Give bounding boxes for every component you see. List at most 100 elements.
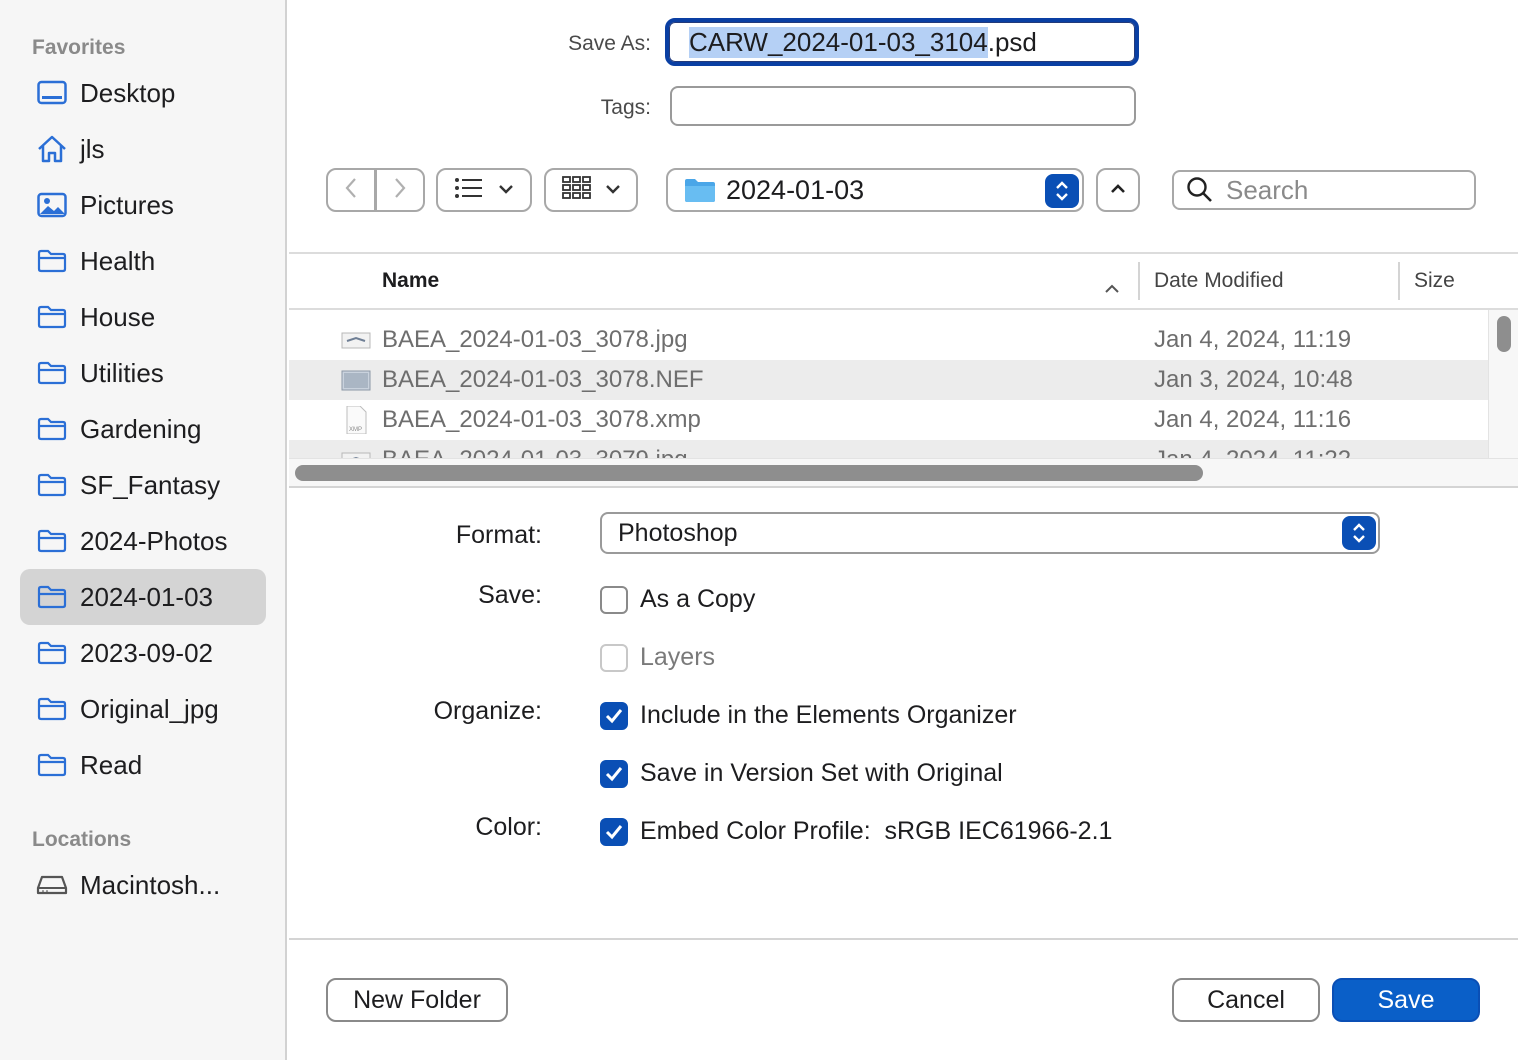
sidebar-item-label: Utilities bbox=[80, 357, 164, 388]
folder-icon bbox=[36, 357, 68, 389]
embed-profile-option[interactable]: Embed Color Profile: sRGB IEC61966-2.1 bbox=[600, 817, 1112, 846]
file-name: BAEA_2024-01-03_3079.jpg bbox=[382, 446, 688, 458]
back-button[interactable] bbox=[326, 168, 376, 212]
table-row[interactable]: BAEA_2024-01-03_3078.NEF Jan 3, 2024, 10… bbox=[289, 360, 1489, 400]
version-set-checkbox[interactable] bbox=[600, 759, 628, 788]
list-view-button[interactable] bbox=[436, 168, 532, 212]
nef-file-icon bbox=[341, 366, 371, 394]
sidebar-item-house[interactable]: House bbox=[20, 289, 266, 345]
sidebar-item-jls[interactable]: jls bbox=[20, 121, 266, 177]
file-name: BAEA_2024-01-03_3078.jpg bbox=[382, 326, 688, 353]
save-as-label: Save As: bbox=[568, 32, 651, 55]
up-down-chevron-icon bbox=[1045, 174, 1079, 208]
folder-path-select[interactable]: 2024-01-03 bbox=[666, 168, 1084, 212]
sidebar-item-read[interactable]: Read bbox=[20, 737, 266, 793]
column-divider[interactable] bbox=[1398, 262, 1400, 300]
format-label: Format: bbox=[455, 521, 542, 549]
folder-icon bbox=[36, 245, 68, 277]
sidebar-item-label: Original_jpg bbox=[80, 693, 219, 724]
column-header-label: Date Modified bbox=[1154, 269, 1284, 292]
new-folder-button[interactable]: New Folder bbox=[326, 978, 508, 1022]
jpg-file-icon bbox=[341, 326, 371, 354]
layers-label: Layers bbox=[640, 643, 716, 671]
table-row[interactable]: BAEA_2024-01-03_3079.jpg Jan 4, 2024, 11… bbox=[289, 440, 1489, 458]
divider bbox=[289, 308, 1518, 310]
chevron-right-icon bbox=[393, 176, 407, 205]
as-a-copy-checkbox[interactable] bbox=[600, 585, 628, 614]
save-as-selected-text: CARW_2024-01-03_3104 bbox=[689, 26, 988, 58]
sidebar-item-pictures[interactable]: Pictures bbox=[20, 177, 266, 233]
version-set-option[interactable]: Save in Version Set with Original bbox=[600, 759, 1003, 788]
layers-option: Layers bbox=[600, 643, 715, 672]
save-button[interactable]: Save bbox=[1332, 978, 1480, 1022]
sidebar-item-utilities[interactable]: Utilities bbox=[20, 345, 266, 401]
pictures-icon bbox=[36, 189, 68, 221]
chevron-up-icon bbox=[1110, 181, 1126, 199]
sidebar-item-label: 2024-01-03 bbox=[80, 581, 213, 612]
sidebar-item-health[interactable]: Health bbox=[20, 233, 266, 289]
column-header-date-modified[interactable]: Date Modified bbox=[1154, 254, 1394, 308]
sidebar-item-label: 2023-09-02 bbox=[80, 637, 213, 668]
folder-icon bbox=[36, 637, 68, 669]
table-row[interactable]: BAEA_2024-01-03_3078.jpg Jan 4, 2024, 11… bbox=[289, 320, 1489, 360]
forward-button[interactable] bbox=[375, 168, 425, 212]
sidebar-item-original-jpg[interactable]: Original_jpg bbox=[20, 681, 266, 737]
favorites-heading: Favorites bbox=[32, 36, 126, 59]
as-a-copy-option[interactable]: As a Copy bbox=[600, 585, 755, 614]
table-row[interactable]: XMP BAEA_2024-01-03_3078.xmp Jan 4, 2024… bbox=[289, 400, 1489, 440]
chevron-down-icon bbox=[498, 181, 514, 199]
sidebar-item-label: Gardening bbox=[80, 413, 202, 444]
grid-view-button[interactable] bbox=[544, 168, 638, 212]
horizontal-scroll-thumb[interactable] bbox=[295, 465, 1203, 481]
sidebar-item-2023-09-02[interactable]: 2023-09-02 bbox=[20, 625, 266, 681]
sidebar-item-label: Read bbox=[80, 749, 143, 780]
file-date: Jan 3, 2024, 10:48 bbox=[1154, 366, 1353, 393]
desktop-icon bbox=[36, 77, 68, 109]
include-organizer-checkbox[interactable] bbox=[600, 701, 628, 730]
include-organizer-option[interactable]: Include in the Elements Organizer bbox=[600, 701, 1017, 730]
vertical-scroll-thumb[interactable] bbox=[1497, 316, 1511, 352]
folder-icon bbox=[36, 301, 68, 333]
sidebar-item-label: SF_Fantasy bbox=[80, 469, 221, 500]
tags-label: Tags: bbox=[600, 96, 651, 119]
column-header-label: Name bbox=[382, 269, 440, 292]
sidebar-item-label: House bbox=[80, 301, 156, 332]
save-dialog: Favorites Desktop jls Pictures Health Ho… bbox=[0, 0, 1518, 1060]
checkmark-icon bbox=[604, 707, 624, 725]
grid-icon bbox=[561, 175, 591, 206]
column-header-size[interactable]: Size bbox=[1414, 254, 1504, 308]
chevron-left-icon bbox=[344, 176, 358, 205]
format-select[interactable]: Photoshop bbox=[600, 512, 1380, 554]
cancel-button[interactable]: Cancel bbox=[1172, 978, 1320, 1022]
embed-profile-label: Embed Color Profile: sRGB IEC61966-2.1 bbox=[640, 817, 1113, 845]
sidebar-item-macintosh[interactable]: Macintosh... bbox=[20, 857, 266, 913]
sidebar-item-label: Macintosh... bbox=[80, 869, 221, 900]
folder-icon bbox=[36, 693, 68, 725]
sidebar-item-label: Pictures bbox=[80, 189, 174, 220]
layers-checkbox bbox=[600, 643, 628, 672]
embed-profile-checkbox[interactable] bbox=[600, 817, 628, 846]
save-as-input[interactable]: CARW_2024-01-03_3104 .psd bbox=[665, 18, 1139, 66]
main-panel: Save As: CARW_2024-01-03_3104 .psd Tags: … bbox=[289, 0, 1518, 1060]
sidebar-item-label: jls bbox=[80, 133, 105, 164]
list-icon bbox=[454, 177, 484, 204]
format-value: Photoshop bbox=[618, 518, 738, 547]
tags-input[interactable] bbox=[670, 86, 1136, 126]
column-header-name[interactable]: Name bbox=[382, 254, 1132, 308]
home-icon bbox=[36, 133, 68, 165]
disk-icon bbox=[36, 869, 68, 901]
column-divider[interactable] bbox=[1138, 262, 1140, 300]
sidebar-item-sf-fantasy[interactable]: SF_Fantasy bbox=[20, 457, 266, 513]
sidebar: Favorites Desktop jls Pictures Health Ho… bbox=[0, 0, 287, 1060]
version-set-label: Save in Version Set with Original bbox=[640, 759, 1003, 787]
current-folder-name: 2024-01-03 bbox=[726, 174, 865, 205]
sidebar-item-label: Desktop bbox=[80, 77, 176, 108]
sidebar-item-gardening[interactable]: Gardening bbox=[20, 401, 266, 457]
search-input[interactable]: Search bbox=[1172, 170, 1476, 210]
toggle-expand-button[interactable] bbox=[1096, 168, 1140, 212]
sidebar-item-2024-01-03[interactable]: 2024-01-03 bbox=[20, 569, 266, 625]
sort-ascending-icon bbox=[1104, 276, 1120, 300]
sidebar-item-2024-photos[interactable]: 2024-Photos bbox=[20, 513, 266, 569]
locations-heading: Locations bbox=[32, 828, 132, 851]
sidebar-item-desktop[interactable]: Desktop bbox=[20, 65, 266, 121]
